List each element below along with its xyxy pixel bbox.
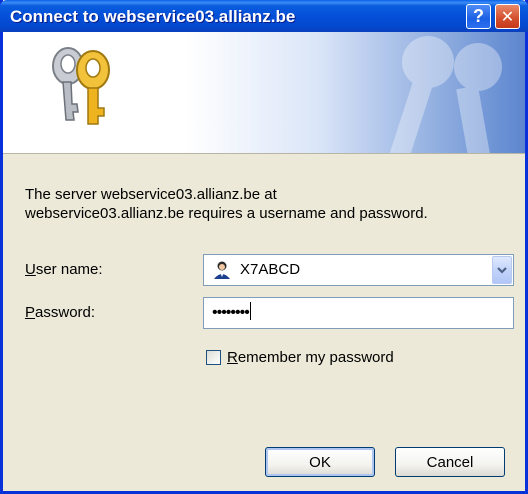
window-title: Connect to webservice03.allianz.be	[10, 7, 296, 26]
close-button[interactable]: ✕	[495, 4, 520, 29]
ok-button[interactable]: OK	[265, 447, 375, 477]
help-icon: ?	[473, 6, 484, 26]
password-mask: ••••••••	[212, 304, 250, 321]
text-caret	[249, 302, 251, 320]
message-line-2: webservice03.allianz.be requires a usern…	[25, 205, 428, 222]
server-message: The server webservice03.allianz.be at we…	[25, 185, 515, 223]
username-dropdown-button[interactable]	[492, 256, 512, 284]
user-icon	[214, 261, 230, 279]
cancel-button[interactable]: Cancel	[395, 447, 505, 477]
title-bar[interactable]: Connect to webservice03.allianz.be ? ✕	[0, 0, 528, 32]
dialog-banner	[3, 32, 525, 153]
dialog-window: Connect to webservice03.allianz.be ? ✕ T…	[0, 0, 528, 494]
remember-password-checkbox[interactable]	[206, 350, 221, 365]
username-combobox[interactable]: X7ABCD	[203, 254, 514, 286]
keys-icon	[52, 47, 110, 125]
banner-divider	[3, 153, 525, 154]
username-label: User name:	[25, 261, 103, 278]
close-icon: ✕	[500, 8, 515, 26]
chevron-down-icon	[497, 267, 507, 274]
password-label: Password:	[25, 304, 96, 321]
password-input[interactable]: ••••••••	[203, 297, 514, 329]
remember-password-label[interactable]: Remember my password	[227, 349, 394, 366]
help-button[interactable]: ?	[466, 4, 491, 29]
message-line-1: The server webservice03.allianz.be at	[25, 186, 277, 203]
username-value: X7ABCD	[240, 261, 301, 278]
